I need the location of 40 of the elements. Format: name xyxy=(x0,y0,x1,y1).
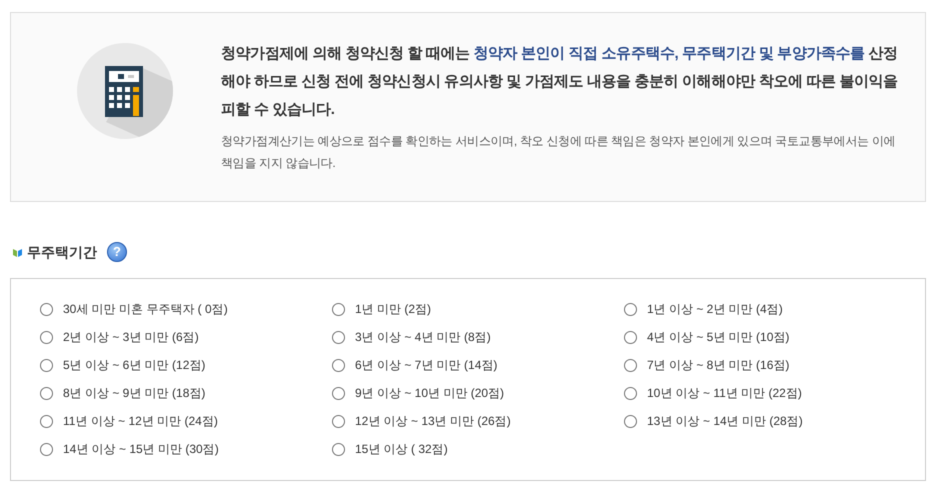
radio-button[interactable] xyxy=(332,386,345,400)
option-label: 6년 이상 ~ 7년 미만 (14점) xyxy=(355,357,498,374)
radio-button[interactable] xyxy=(332,442,345,456)
option-label: 12년 이상 ~ 13년 미만 (26점) xyxy=(355,413,511,430)
option-label: 1년 미만 (2점) xyxy=(355,301,432,318)
radio-button[interactable] xyxy=(40,302,53,316)
radio-button[interactable] xyxy=(40,330,53,344)
option-label: 2년 이상 ~ 3년 미만 (6점) xyxy=(63,329,199,346)
radio-button[interactable] xyxy=(40,386,53,400)
section-title: 무주택기간 xyxy=(27,242,97,262)
radio-button[interactable] xyxy=(40,358,53,372)
radio-button[interactable] xyxy=(624,414,637,428)
calculator-icon xyxy=(76,42,174,140)
option-label: 13년 이상 ~ 14년 미만 (28점) xyxy=(647,413,803,430)
notice-text: 청약가점제에 의해 청약신청 할 때에는 청약자 본인이 직접 소유주택수, 무주택기간 및 부양가족수를 산정해야 하므로 신청 전에 청약신청시 유의사항 및 가점제도 내용을 충분히 이해해야만 착오에 따른 불이익을 피할 수 있습니다. xyxy=(221,44,899,120)
book-icon xyxy=(13,248,22,256)
radio-button[interactable] xyxy=(332,330,345,344)
option-label: 15년 이상 ( 32점) xyxy=(355,441,448,458)
radio-button[interactable] xyxy=(40,414,53,428)
option-label: 5년 이상 ~ 6년 미만 (12점) xyxy=(63,357,206,374)
option-label: 30세 미만 미혼 무주택자 ( 0점) xyxy=(63,301,228,318)
option-label: 3년 이상 ~ 4년 미만 (8점) xyxy=(355,329,491,346)
option-label: 7년 이상 ~ 8년 미만 (16점) xyxy=(647,357,790,374)
option-label: 1년 이상 ~ 2년 미만 (4점) xyxy=(647,301,783,318)
radio-button[interactable] xyxy=(624,358,637,372)
radio-button[interactable] xyxy=(624,302,637,316)
option-label: 8년 이상 ~ 9년 미만 (18점) xyxy=(63,385,206,402)
option-label: 10년 이상 ~ 11년 미만 (22점) xyxy=(647,385,802,402)
radio-button[interactable] xyxy=(624,330,637,344)
option-label: 9년 이상 ~ 10년 미만 (20점) xyxy=(355,385,504,402)
option-label: 14년 이상 ~ 15년 미만 (30점) xyxy=(63,441,219,458)
radio-button[interactable] xyxy=(332,302,345,316)
radio-button[interactable] xyxy=(332,358,345,372)
option-label: 11년 이상 ~ 12년 미만 (24점) xyxy=(63,413,218,430)
radio-button[interactable] xyxy=(624,386,637,400)
radio-button[interactable] xyxy=(40,442,53,456)
radio-button[interactable] xyxy=(332,414,345,428)
option-label: 4년 이상 ~ 5년 미만 (10점) xyxy=(647,329,790,346)
help-button[interactable]: ? xyxy=(107,242,127,262)
disclaimer-text: 청약가점계산기는 예상으로 점수를 확인하는 서비스이며, 착오 신청에 따른 책임은 청약자 본인에게 있으며 국토교통부에서는 이에 책임을 지지 않습니다. xyxy=(221,133,896,172)
